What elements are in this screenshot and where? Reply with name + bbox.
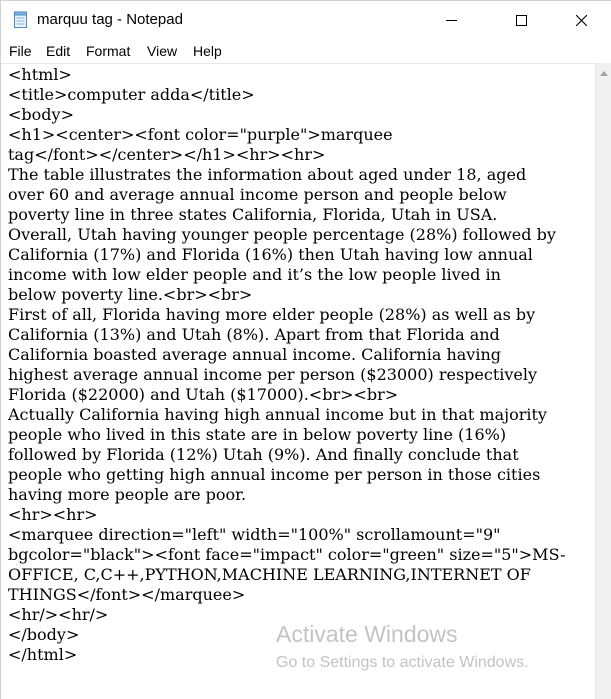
maximize-button[interactable] (498, 1, 544, 39)
text-line[interactable]: people who lived in this state are in be… (8, 425, 593, 445)
text-line[interactable]: <marquee direction="left" width="100%" s… (8, 525, 593, 545)
text-line[interactable]: First of all, Florida having more elder … (8, 305, 593, 325)
text-editor[interactable]: <html> <title>computer adda</title> <body>… (1, 63, 595, 699)
menu-view[interactable]: View (147, 43, 177, 59)
text-line[interactable]: <body> (8, 105, 593, 125)
text-line[interactable]: over 60 and average annual income person… (8, 185, 593, 205)
close-icon (575, 11, 587, 30)
text-line[interactable]: Actually California having high annual i… (8, 405, 593, 425)
text-line[interactable]: OFFICE, C,C++,PYTHON,MACHINE LEARNING,IN… (8, 565, 593, 585)
menu-bar: File Edit Format View Help (1, 39, 611, 63)
text-line[interactable]: <h1><center><font color="purple">marquee (8, 125, 593, 145)
text-line[interactable]: <html> (8, 65, 593, 85)
minimize-icon (445, 11, 457, 30)
scroll-up-arrow-icon[interactable] (600, 71, 608, 76)
window-title: marquu tag - Notepad (37, 11, 183, 28)
text-line[interactable]: California (13%) and Utah (8%). Apart fr… (8, 325, 593, 345)
text-line[interactable]: highest average annual income per person… (8, 365, 593, 385)
text-line[interactable]: <title>computer adda</title> (8, 85, 593, 105)
text-line[interactable]: California boasted average annual income… (8, 345, 593, 365)
text-line[interactable]: Florida ($22000) and Utah ($17000).<br><… (8, 385, 593, 405)
text-line[interactable]: THINGS</font></marquee> (8, 585, 593, 605)
text-line[interactable]: <hr><hr> (8, 505, 593, 525)
menu-file[interactable]: File (9, 43, 32, 59)
menu-help[interactable]: Help (193, 43, 222, 59)
text-line[interactable]: below poverty line.<br><br> (8, 285, 593, 305)
notepad-window: marquu tag - Notepad File Edit Format Vi… (0, 0, 611, 699)
text-line[interactable]: The table illustrates the information ab… (8, 165, 593, 185)
minimize-button[interactable] (428, 1, 474, 39)
document-text[interactable]: <html> <title>computer adda</title> <body>… (8, 65, 593, 665)
title-bar[interactable]: marquu tag - Notepad (1, 1, 611, 39)
text-line[interactable]: tag</font></center></h1><hr><hr> (8, 145, 593, 165)
text-line[interactable]: poverty line in three states California,… (8, 205, 593, 225)
text-line[interactable]: people who getting high annual income pe… (8, 465, 593, 485)
text-line[interactable]: followed by Florida (12%) Utah (9%). And… (8, 445, 593, 465)
close-button[interactable] (558, 1, 604, 39)
menu-format[interactable]: Format (86, 43, 130, 59)
text-line[interactable]: income with low elder people and it’s th… (8, 265, 593, 285)
text-line[interactable]: having more people are poor. (8, 485, 593, 505)
watermark-title: Activate Windows (276, 621, 458, 647)
menu-edit[interactable]: Edit (46, 43, 70, 59)
activate-windows-watermark: Activate Windows Go to Settings to activ… (276, 620, 529, 674)
notepad-icon (12, 11, 29, 29)
text-line[interactable]: bgcolor="black"><font face="impact" colo… (8, 545, 593, 565)
text-line[interactable]: California (17%) and Florida (16%) then … (8, 245, 593, 265)
watermark-subtitle: Go to Settings to activate Windows. (276, 654, 529, 671)
text-line[interactable]: Overall, Utah having younger people perc… (8, 225, 593, 245)
vertical-scrollbar[interactable] (595, 63, 611, 699)
maximize-icon (515, 11, 527, 30)
